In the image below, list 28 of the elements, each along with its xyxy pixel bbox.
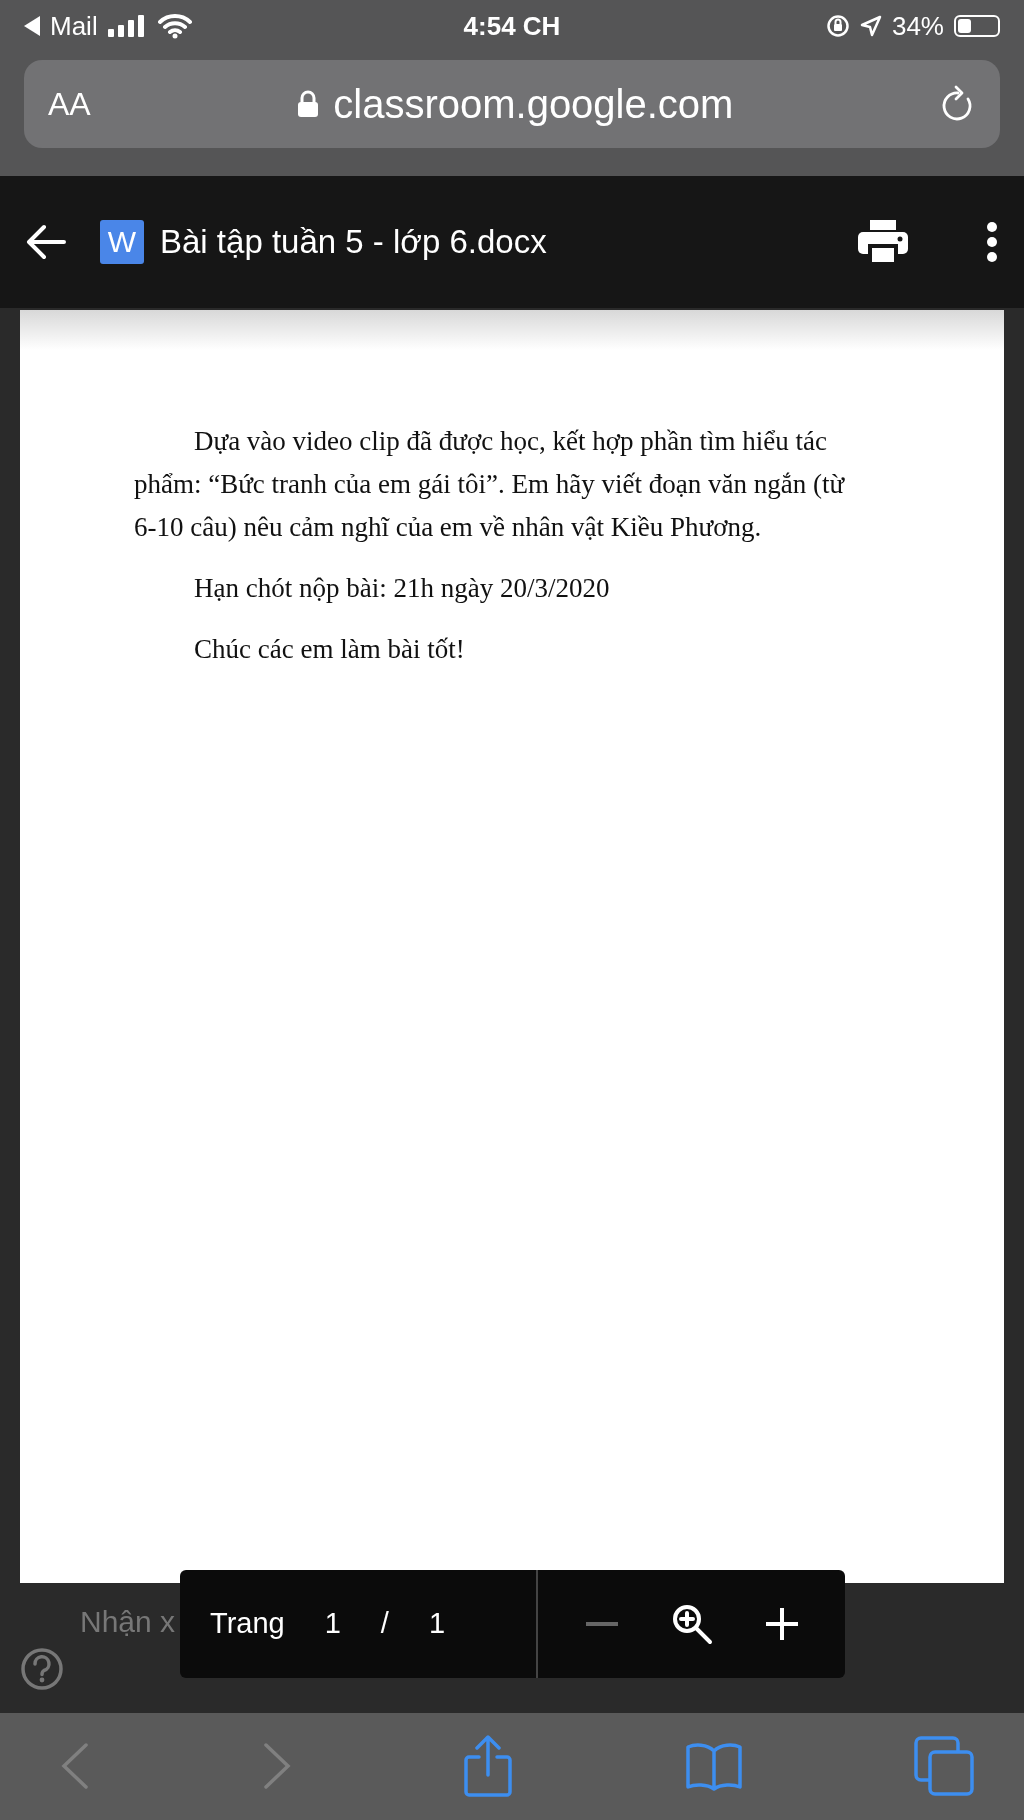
address-bar[interactable]: AA classroom.google.com xyxy=(24,60,1000,148)
document-paragraph: Chúc các em làm bài tốt! xyxy=(193,632,466,666)
back-arrow-icon[interactable] xyxy=(26,223,66,260)
url-text: classroom.google.com xyxy=(333,81,734,127)
document-paragraph: Hạn chót nộp bài: 21h ngày 20/3/2020 xyxy=(193,571,611,605)
more-options-icon[interactable] xyxy=(986,221,998,262)
wifi-icon xyxy=(157,13,192,39)
document-paragraph: Dựa vào video clip đã được học, kết hợp phần tìm hiểu tác phẩm: “Bức tranh của em gái tôi”. Em hãy viết đoạn văn ngắn (từ 6-10 câu) nêu cảm nghĩ của em về nhân vật Kiều Phương. xyxy=(134,424,846,544)
text-size-button[interactable]: AA xyxy=(48,85,91,123)
rotation-lock-icon xyxy=(825,14,850,38)
battery-icon xyxy=(954,15,1000,37)
private-comment-label: Nhận x xyxy=(80,1604,176,1639)
back-to-app-link[interactable]: Mail xyxy=(50,10,98,42)
location-icon xyxy=(859,15,882,37)
status-time: 4:54 CH xyxy=(463,10,561,42)
help-icon[interactable] xyxy=(20,1646,64,1691)
total-pages: 1 xyxy=(428,1607,446,1641)
back-triangle-icon[interactable] xyxy=(24,16,40,36)
page-label: Trang xyxy=(210,1607,285,1641)
battery-percent: 34% xyxy=(891,10,944,42)
printer-icon[interactable] xyxy=(858,219,908,264)
lock-icon xyxy=(297,90,320,118)
plus-icon[interactable] xyxy=(763,1605,800,1642)
file-title: Bài tập tuần 5 - lớp 6.docx xyxy=(160,222,548,261)
current-page: 1 xyxy=(324,1607,341,1641)
word-file-icon: W xyxy=(100,219,144,264)
page-separator: / xyxy=(380,1607,389,1641)
zoom-icon[interactable] xyxy=(670,1602,713,1645)
